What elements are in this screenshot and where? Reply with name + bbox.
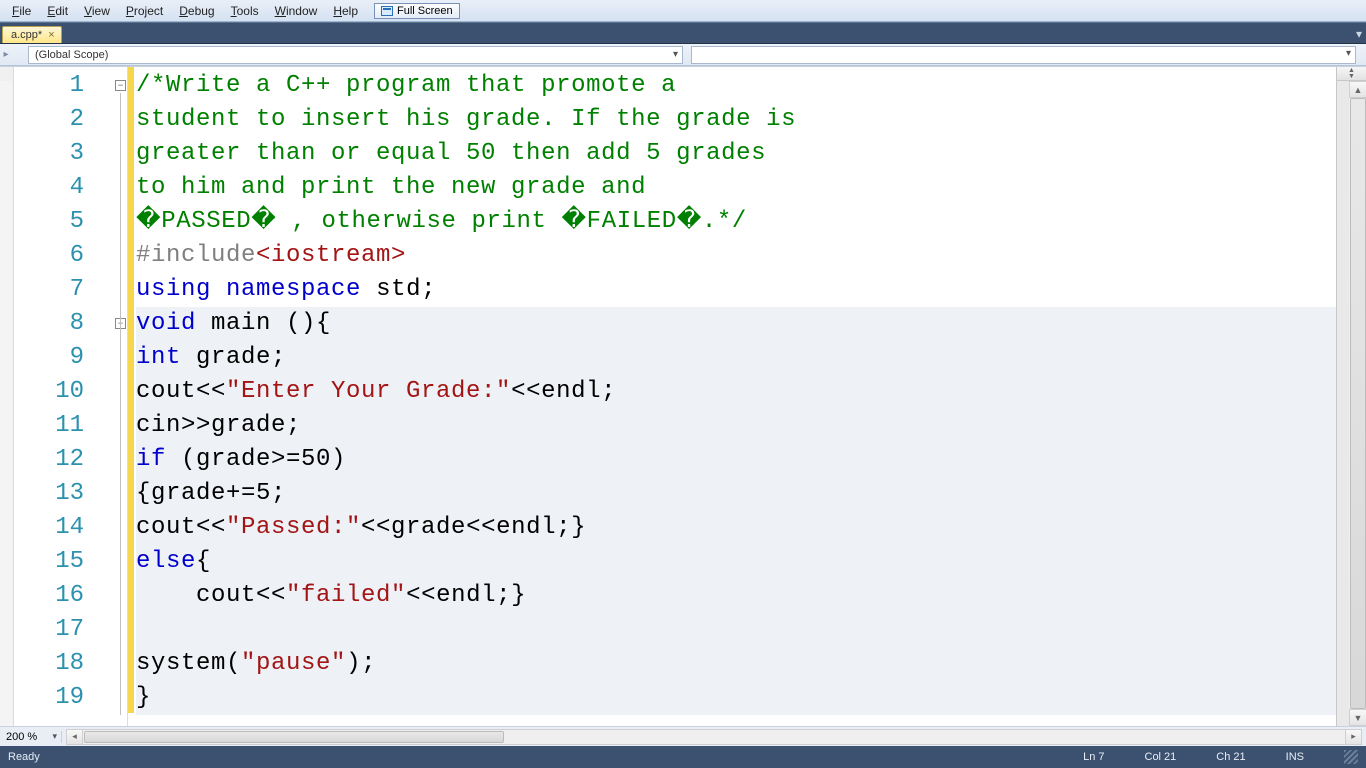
member-dropdown[interactable] bbox=[691, 46, 1356, 64]
document-tab-strip: a.cpp* × ▾ bbox=[0, 22, 1366, 44]
code-line[interactable]: /*Write a C++ program that promote a bbox=[136, 69, 1336, 103]
code-line[interactable]: #include<iostream> bbox=[136, 239, 1336, 273]
code-line[interactable] bbox=[136, 613, 1336, 647]
menu-tools[interactable]: Tools bbox=[225, 2, 265, 20]
line-number-gutter: 12345678910111213141516171819 bbox=[14, 67, 114, 726]
code-line[interactable]: int grade; bbox=[136, 341, 1336, 375]
editor-bottom-bar: 200 % ◂ ▸ bbox=[0, 726, 1366, 746]
menu-view[interactable]: View bbox=[78, 2, 116, 20]
scope-value: (Global Scope) bbox=[35, 49, 108, 61]
fold-toggle[interactable]: − bbox=[115, 80, 126, 91]
split-handle[interactable]: ▲▼ bbox=[1337, 67, 1366, 81]
scroll-right-icon[interactable]: ▸ bbox=[1345, 730, 1361, 744]
code-line[interactable]: student to insert his grade. If the grad… bbox=[136, 103, 1336, 137]
outlining-margin[interactable]: −− bbox=[114, 67, 128, 726]
zoom-value: 200 % bbox=[6, 731, 37, 743]
code-line[interactable]: �PASSED� , otherwise print �FAILED�.*/ bbox=[136, 205, 1336, 239]
code-line[interactable]: using namespace std; bbox=[136, 273, 1336, 307]
overview-strip bbox=[0, 81, 12, 726]
right-gutter: ▲▼ ▲ ▼ bbox=[1336, 67, 1366, 726]
tab-a-cpp[interactable]: a.cpp* × bbox=[2, 26, 62, 43]
code-line[interactable]: if (grade>=50) bbox=[136, 443, 1336, 477]
menu-edit[interactable]: Edit bbox=[41, 2, 74, 20]
tab-overflow-icon[interactable]: ▾ bbox=[1356, 27, 1362, 41]
code-line[interactable]: cin>>grade; bbox=[136, 409, 1336, 443]
resize-grip-icon[interactable] bbox=[1344, 750, 1358, 764]
horizontal-scrollbar[interactable]: ◂ ▸ bbox=[66, 729, 1362, 745]
vertical-scrollbar[interactable]: ▲ ▼ bbox=[1349, 81, 1366, 726]
vscroll-thumb[interactable] bbox=[1350, 98, 1366, 709]
code-line[interactable]: system("pause"); bbox=[136, 647, 1336, 681]
scroll-down-icon[interactable]: ▼ bbox=[1349, 709, 1366, 726]
code-line[interactable]: to him and print the new grade and bbox=[136, 171, 1336, 205]
hscroll-thumb[interactable] bbox=[84, 731, 504, 743]
menu-debug[interactable]: Debug bbox=[173, 2, 220, 20]
status-bar: Ready Ln 7 Col 21 Ch 21 INS bbox=[0, 746, 1366, 768]
code-editor[interactable]: 12345678910111213141516171819 −− /*Write… bbox=[0, 66, 1366, 726]
menu-project[interactable]: Project bbox=[120, 2, 169, 20]
status-column: Col 21 bbox=[1145, 751, 1177, 763]
code-line[interactable]: cout<<"Enter Your Grade:"<<endl; bbox=[136, 375, 1336, 409]
fullscreen-icon bbox=[381, 6, 393, 16]
status-ready: Ready bbox=[8, 751, 40, 763]
tab-label: a.cpp* bbox=[11, 29, 42, 41]
navigation-bar: ▸ (Global Scope) bbox=[0, 44, 1366, 66]
zoom-dropdown[interactable]: 200 % bbox=[2, 731, 62, 743]
code-line[interactable]: {grade+=5; bbox=[136, 477, 1336, 511]
code-line[interactable]: cout<<"Passed:"<<grade<<endl;} bbox=[136, 511, 1336, 545]
menu-bar: File Edit View Project Debug Tools Windo… bbox=[0, 0, 1366, 22]
status-char: Ch 21 bbox=[1216, 751, 1245, 763]
code-line[interactable]: } bbox=[136, 681, 1336, 715]
status-line: Ln 7 bbox=[1083, 751, 1104, 763]
menu-file[interactable]: File bbox=[6, 2, 37, 20]
code-line[interactable]: void main (){ bbox=[136, 307, 1336, 341]
fullscreen-label: Full Screen bbox=[397, 5, 453, 17]
code-line[interactable]: greater than or equal 50 then add 5 grad… bbox=[136, 137, 1336, 171]
scroll-left-icon[interactable]: ◂ bbox=[67, 730, 83, 744]
scope-dropdown[interactable]: (Global Scope) bbox=[28, 46, 683, 64]
menu-window[interactable]: Window bbox=[269, 2, 324, 20]
fullscreen-button[interactable]: Full Screen bbox=[374, 3, 460, 19]
status-ins: INS bbox=[1286, 751, 1304, 763]
menu-help[interactable]: Help bbox=[327, 2, 364, 20]
tab-close-icon[interactable]: × bbox=[48, 29, 54, 41]
code-area[interactable]: /*Write a C++ program that promote astud… bbox=[134, 67, 1336, 726]
code-line[interactable]: else{ bbox=[136, 545, 1336, 579]
scroll-up-icon[interactable]: ▲ bbox=[1349, 81, 1366, 98]
nav-collapse-icon[interactable]: ▸ bbox=[0, 49, 12, 60]
code-line[interactable]: cout<<"failed"<<endl;} bbox=[136, 579, 1336, 613]
